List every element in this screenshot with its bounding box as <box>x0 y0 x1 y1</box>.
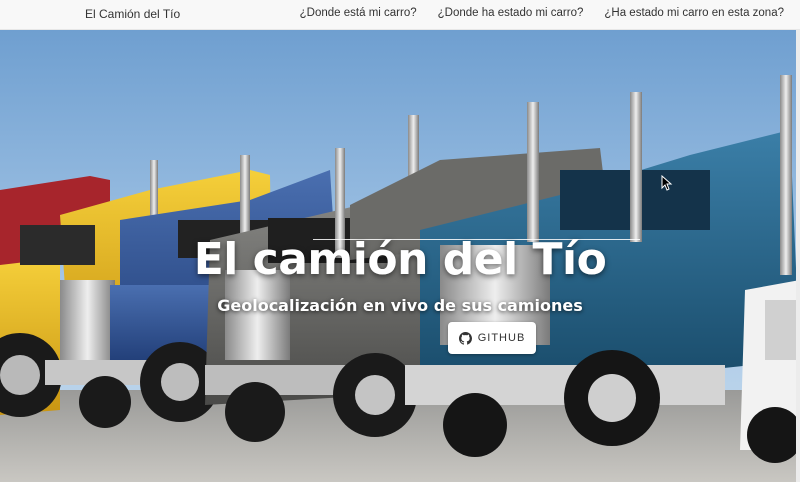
nav-link-where-has-my-car-been[interactable]: ¿Donde ha estado mi carro? <box>438 7 584 19</box>
navbar: El Camión del Tío ¿Donde está mi carro? … <box>0 0 800 30</box>
scrollbar[interactable] <box>796 30 800 482</box>
github-button[interactable]: GITHUB <box>448 322 536 354</box>
hero-title: El camión del Tío <box>193 234 607 285</box>
hero-subtitle: Geolocalización en vivo de sus camiones <box>217 296 583 315</box>
github-button-label: GITHUB <box>477 332 526 344</box>
nav-link-where-is-my-car[interactable]: ¿Donde está mi carro? <box>300 7 417 19</box>
navbar-brand[interactable]: El Camión del Tío <box>85 7 180 21</box>
nav-links: ¿Donde está mi carro? ¿Donde ha estado m… <box>300 7 784 19</box>
hero: El camión del Tío Geolocalización en viv… <box>0 30 800 482</box>
github-icon <box>458 331 472 345</box>
nav-link-car-in-zone[interactable]: ¿Ha estado mi carro en esta zona? <box>604 7 784 19</box>
mouse-cursor-icon <box>661 175 673 191</box>
